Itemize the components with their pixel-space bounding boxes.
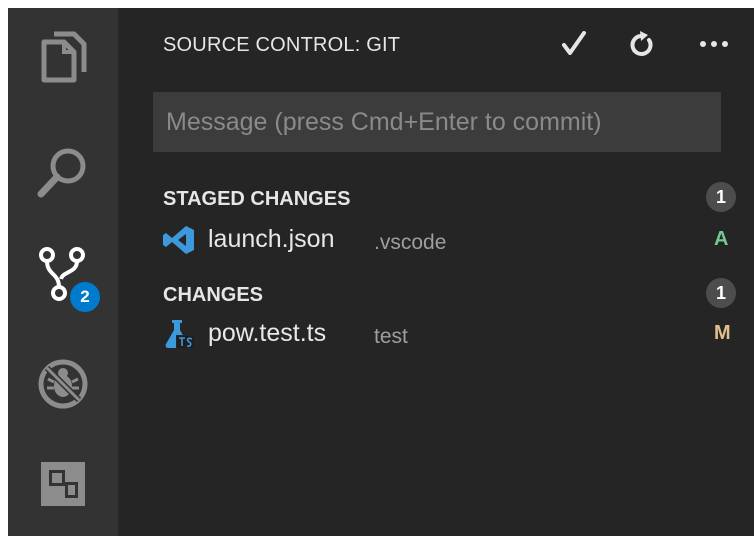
activity-search[interactable] — [8, 124, 118, 220]
source-control-badge: 2 — [70, 282, 100, 312]
staged-file-row[interactable]: launch.json .vscode A — [118, 216, 754, 262]
source-control-panel: SOURCE CONTROL: GIT Message (press Cmd+E… — [118, 8, 754, 536]
activity-source-control[interactable]: 2 — [8, 226, 118, 322]
section-label: STAGED CHANGES — [163, 188, 351, 210]
commit-button[interactable] — [556, 26, 592, 62]
refresh-button[interactable] — [624, 26, 660, 62]
panel-header: SOURCE CONTROL: GIT — [118, 8, 754, 80]
panel-title: SOURCE CONTROL: GIT — [163, 34, 401, 56]
more-actions-button[interactable] — [696, 26, 732, 62]
activity-bar: 2 — [8, 8, 118, 536]
extensions-icon — [41, 462, 85, 506]
staged-changes-header[interactable]: STAGED CHANGES 1 — [118, 178, 754, 218]
changed-file-row[interactable]: pow.test.ts test M — [118, 310, 754, 356]
changes-count-badge: 1 — [706, 278, 736, 308]
search-icon — [37, 148, 86, 198]
changes-header[interactable]: CHANGES 1 — [118, 274, 754, 314]
staged-count-badge: 1 — [706, 182, 736, 212]
files-icon — [41, 31, 87, 83]
commit-message-input[interactable] — [153, 92, 721, 152]
typescript-test-icon — [165, 320, 195, 349]
source-control-window: 2 SOURCE CONTROL: GIT Message (press Cmd… — [8, 8, 754, 536]
file-status-modified: M — [714, 322, 731, 344]
check-icon — [562, 31, 586, 55]
file-name: launch.json — [208, 225, 335, 253]
activity-extensions[interactable] — [8, 436, 118, 532]
activity-explorer[interactable] — [8, 8, 118, 108]
file-directory: test — [374, 325, 408, 348]
more-icon — [700, 41, 728, 47]
activity-debug[interactable] — [8, 336, 118, 432]
refresh-icon — [630, 31, 653, 56]
file-directory: .vscode — [374, 231, 447, 254]
vscode-icon — [163, 226, 194, 254]
file-status-added: A — [714, 228, 729, 250]
debug-icon — [38, 359, 88, 409]
section-label: CHANGES — [163, 284, 264, 306]
file-name: pow.test.ts — [208, 319, 327, 347]
